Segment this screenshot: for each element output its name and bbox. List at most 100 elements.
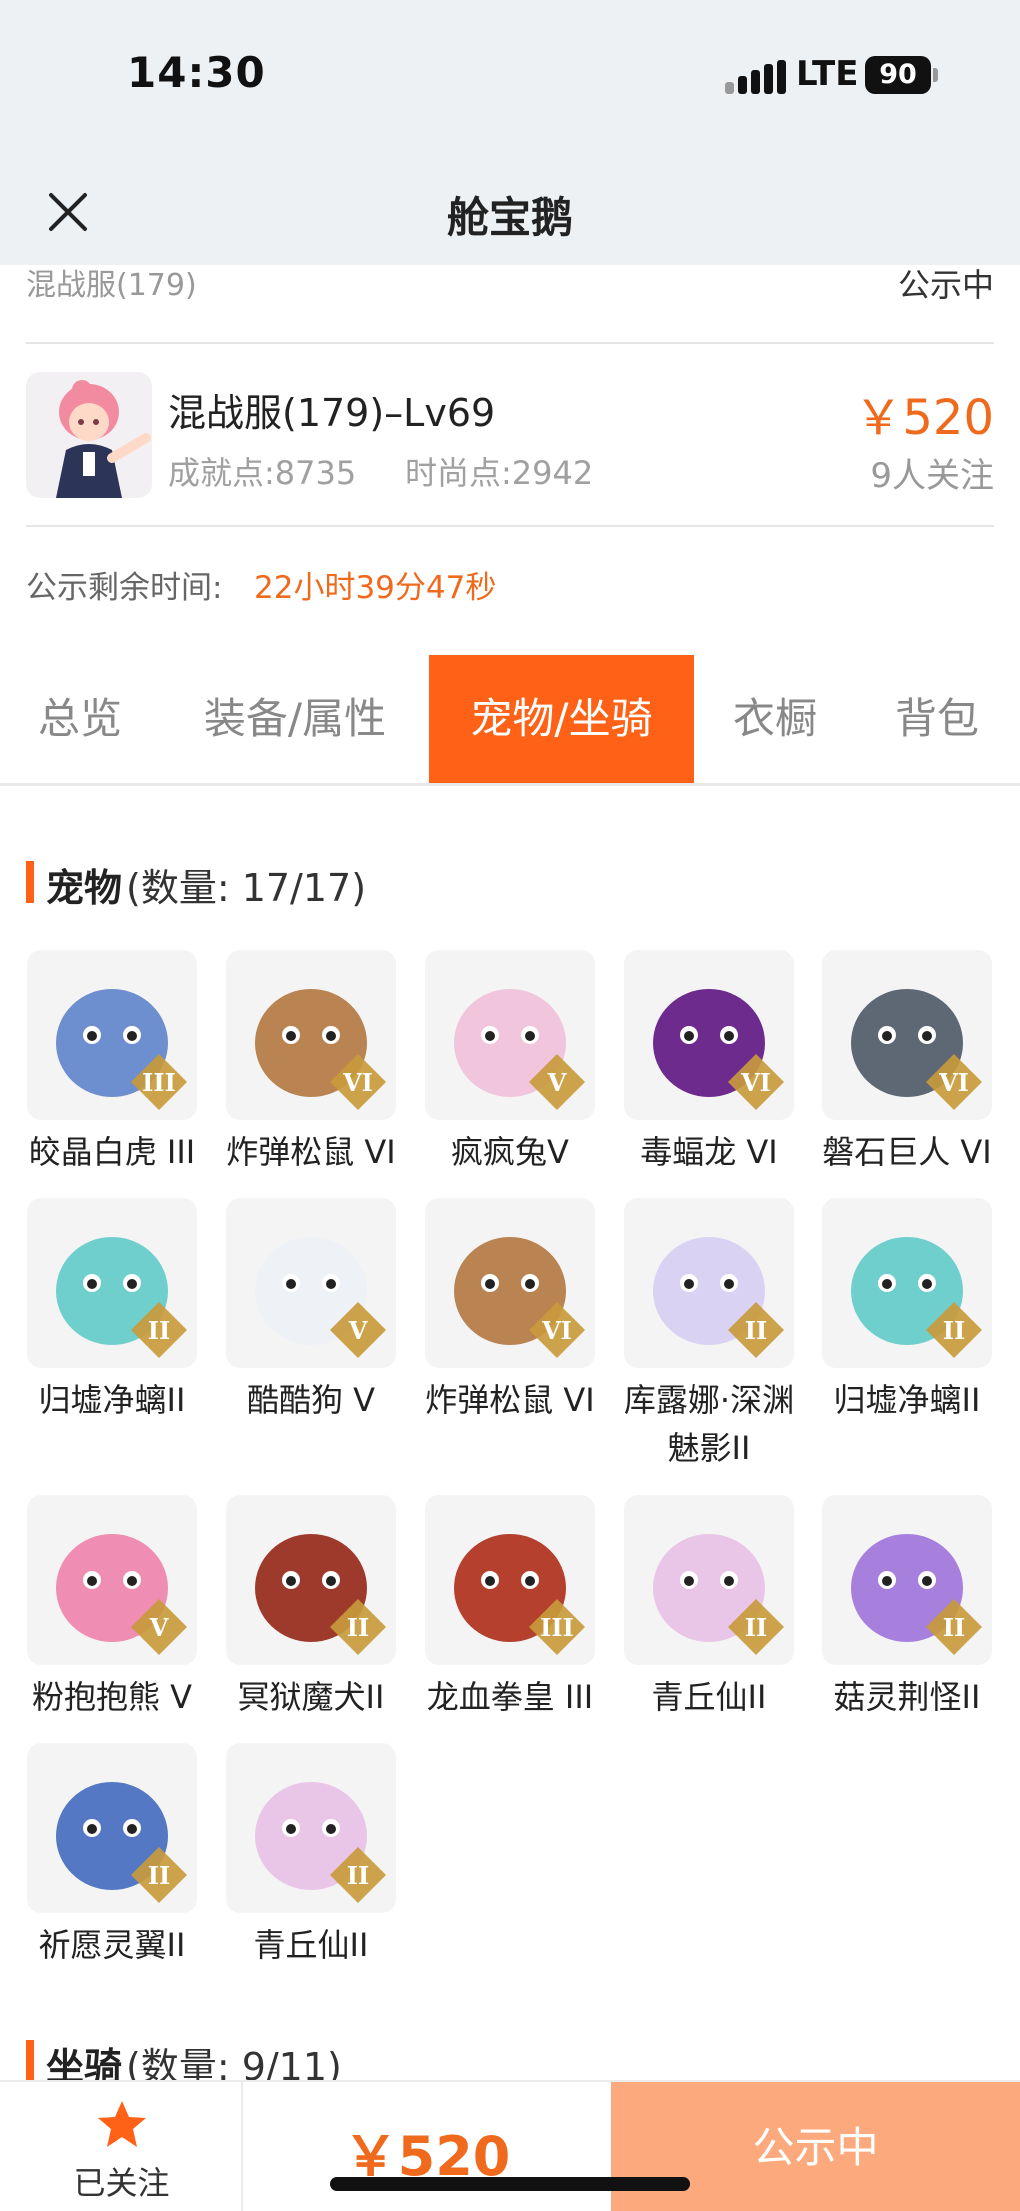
svg-text:VI: VI [342,1068,373,1097]
pet-image: II [624,1495,794,1665]
rank-badge-icon: III [529,1599,585,1655]
pet-image: II [226,1743,396,1913]
pet-name: 炸弹松鼠 VI [425,1381,595,1419]
rank-badge-icon: II [728,1302,784,1358]
pet-image: VI [425,1198,595,1368]
divider [26,342,994,344]
server-label-partial: 混战服(179) [26,268,197,303]
tab-pets-mounts[interactable]: 宠物/坐骑 [429,655,694,783]
pet-image: III [27,950,197,1120]
pet-image: V [226,1198,396,1368]
pet-name: 归墟净螭II [833,1381,981,1419]
price: ￥520 [854,390,994,446]
tab-bag[interactable]: 背包 [862,655,1012,783]
pet-image: V [425,950,595,1120]
tab-divider [0,783,1020,786]
svg-text:II: II [148,1316,170,1345]
svg-text:II: II [347,1861,369,1890]
follow-button[interactable]: 已关注 [0,2082,243,2211]
fashion-points: 时尚点:2942 [405,454,594,492]
section-marker [26,2040,34,2082]
character-avatar [26,372,152,498]
pet-image: III [425,1495,595,1665]
pet-image: II [27,1198,197,1368]
rank-badge-icon: II [131,1847,187,1903]
svg-text:III: III [540,1613,574,1642]
pet-image: II [27,1743,197,1913]
page-title: 舱宝鹅 [446,193,573,242]
svg-text:II: II [745,1613,767,1642]
rank-badge-icon: VI [529,1302,585,1358]
section-title: 宠物 [46,866,123,910]
pet-name: 皎晶白虎 III [28,1133,196,1171]
pet-image: II [226,1495,396,1665]
pet-image: II [624,1198,794,1368]
pet-name: 毒蝠龙 VI [640,1133,778,1171]
pet-image: VI [624,950,794,1120]
remaining-time-value: 22小时39分47秒 [254,570,497,606]
battery-icon: 90 [865,56,931,94]
divider [26,525,994,527]
rank-badge-icon: VI [926,1054,982,1110]
rank-badge-icon: V [529,1054,585,1110]
rank-badge-icon: II [728,1599,784,1655]
svg-text:VI: VI [541,1316,572,1345]
svg-text:V: V [149,1613,169,1642]
pet-name: 冥狱魔犬II [237,1678,385,1716]
svg-text:II: II [943,1316,965,1345]
svg-text:VI: VI [938,1068,969,1097]
star-icon [98,2101,146,2147]
pet-name: 粉抱抱熊 V [31,1678,193,1716]
top-bar: 14:30 LTE 90 舱宝鹅 [0,0,1020,265]
svg-text:II: II [943,1613,965,1642]
rank-badge-icon: II [926,1599,982,1655]
pet-name: 归墟净螭II [38,1381,186,1419]
status-label-partial: 公示中 [897,266,994,304]
follower-count: 9人关注 [870,456,994,496]
battery-tip [933,68,938,82]
follow-label: 已关注 [73,2164,170,2202]
character-name: 混战服(179)–Lv69 [168,391,496,435]
pet-image: VI [226,950,396,1120]
svg-text:VI: VI [740,1068,771,1097]
svg-text:II: II [745,1316,767,1345]
public-status-button[interactable]: 公示中 [611,2082,1020,2211]
pet-name: 青丘仙II [253,1926,369,1964]
rank-badge-icon: II [330,1847,386,1903]
rank-badge-icon: II [926,1302,982,1358]
tab-wardrobe[interactable]: 衣橱 [700,655,850,783]
pet-image: II [822,1198,992,1368]
bottom-bar: 已关注 ￥520 公示中 [0,2080,1020,2211]
pet-name: 炸弹松鼠 VI [226,1133,396,1171]
page: 14:30 LTE 90 舱宝鹅 混战服(179) 公示中 混战服(179)–L… [0,0,1020,2211]
svg-text:III: III [142,1068,176,1097]
tab-overview[interactable]: 总览 [0,655,160,783]
rank-badge-icon: V [131,1599,187,1655]
signal-icon [725,58,786,94]
pet-name: 酷酷狗 V [246,1381,376,1419]
tab-equipment[interactable]: 装备/属性 [175,655,415,783]
pet-name: 青丘仙II [651,1678,767,1716]
pet-image: V [27,1495,197,1665]
rank-badge-icon: VI [728,1054,784,1110]
svg-text:II: II [347,1613,369,1642]
pet-name: 龙血拳皇 III [426,1678,594,1716]
rank-badge-icon: V [330,1302,386,1358]
rank-badge-icon: III [131,1054,187,1110]
achievement-points: 成就点:8735 [168,454,357,492]
rank-badge-icon: II [131,1302,187,1358]
pet-name: 祈愿灵翼II [38,1926,186,1964]
section-marker [26,861,34,903]
tab-bar: 总览 装备/属性 宠物/坐骑 衣橱 背包 [0,655,1020,783]
pet-name: 磐石巨人 VI [822,1133,992,1171]
svg-text:V: V [547,1068,567,1097]
svg-text:II: II [148,1861,170,1890]
rank-badge-icon: VI [330,1054,386,1110]
pet-image: VI [822,950,992,1120]
network-label: LTE [796,54,859,94]
home-indicator [330,2177,690,2191]
pet-name: 疯疯兔V [451,1133,569,1171]
section-count: (数量: 17/17) [126,866,367,910]
status-time: 14:30 [127,48,266,97]
svg-text:V: V [348,1316,368,1345]
